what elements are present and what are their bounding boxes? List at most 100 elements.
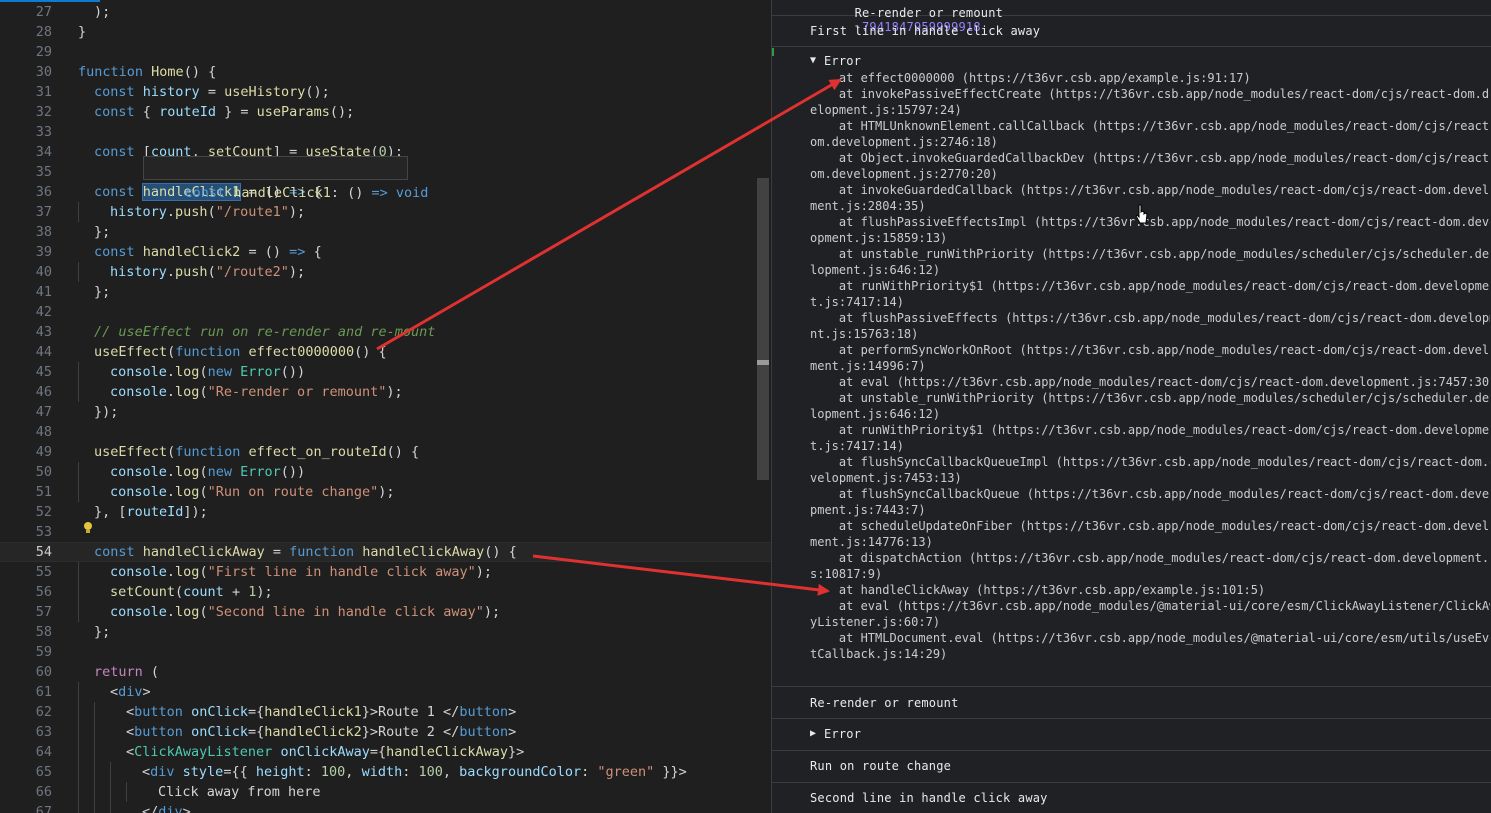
code-line[interactable]: 49 useEffect(function effect_on_routeId()… (0, 442, 771, 462)
code-line[interactable]: 28} (0, 22, 771, 42)
code-line[interactable]: 41}; (0, 282, 771, 302)
code-line[interactable]: 48 (0, 422, 771, 442)
code-text: const history = useHistory(); (94, 84, 330, 100)
code-line[interactable]: 60 return ( (0, 662, 771, 682)
stack-trace-line: at HTMLUnknownElement.callCallback (http… (810, 119, 1490, 133)
indent-guide (78, 202, 79, 222)
code-line[interactable]: 39 const handleClick2 = () => { (0, 242, 771, 262)
console-message-text: Second line in handle click away (810, 791, 1048, 805)
indent-guide (78, 762, 79, 782)
code-line[interactable]: 31 const history = useHistory(); (0, 82, 771, 102)
code-line[interactable]: 30 function Home() { (0, 62, 771, 82)
code-line[interactable]: 32 const { routeId } = useParams(); (0, 102, 771, 122)
code-lines[interactable]: 27); 28} 29 30 function Home() { 31 const hist… (0, 2, 771, 813)
code-line[interactable]: 58}; (0, 622, 771, 642)
lightbulb-icon[interactable] (82, 521, 94, 535)
code-line[interactable]: 51 console.log("Run on route change"); (0, 482, 771, 502)
code-line[interactable]: 53 (0, 522, 771, 542)
code-text: <div style={{ height: 100, width: 100, b… (142, 764, 687, 780)
code-line[interactable]: 63 <button onClick={handleClick2}>Route 2… (0, 722, 771, 742)
indent-guide (78, 262, 79, 282)
stack-trace-line: ment.js:2804:35) (810, 199, 926, 213)
code-line[interactable]: 67 </div> (0, 802, 771, 813)
code-text: }; (94, 284, 111, 300)
stack-trace-line: yListener.js:60:7) (810, 615, 941, 629)
code-line[interactable]: 44 useEffect(function effect0000000() { (0, 342, 771, 362)
indent-guide (78, 482, 79, 502)
code-text: <button onClick={handleClick2}>Route 2 <… (126, 724, 517, 740)
console-error-expanded[interactable]: ▼ Error at effect0000000 (https://t36vr.… (772, 46, 1491, 687)
stack-trace-line: at performSyncWorkOnRoot (https://t36vr.… (810, 343, 1490, 357)
code-line[interactable]: 55 console.log("First line in handle clic… (0, 562, 771, 582)
code-line[interactable]: 29 (0, 42, 771, 62)
expanded-triangle-icon[interactable]: ▼ (810, 55, 816, 66)
code-text: console.log("Re-render or remount"); (110, 384, 403, 400)
indent-guide (78, 382, 79, 402)
code-text: function Home() { (78, 64, 217, 80)
indent-guide (110, 782, 111, 802)
stack-trace-line: pment.js:7443:7) (810, 503, 926, 517)
console-message-route-change[interactable]: Run on route change (772, 750, 1491, 783)
line-number: 61 (35, 684, 52, 700)
line-number: 59 (35, 644, 52, 660)
console-error-collapsed[interactable]: ▶ Error (772, 718, 1491, 751)
code-text: </div> (142, 804, 191, 813)
code-line[interactable]: 37 history.push("/route1"); (0, 202, 771, 222)
console-message-top[interactable]: Re-render or remount -7941847959999918 (772, 0, 1491, 34)
code-line[interactable]: 64 <ClickAwayListener onClickAway={handle… (0, 742, 771, 762)
code-line[interactable]: 66 Click away from here (0, 782, 771, 802)
code-line[interactable]: 27); (0, 2, 771, 22)
editor-scrollbar-thumb[interactable] (757, 178, 769, 480)
code-text: <ClickAwayListener onClickAway={handleCl… (126, 744, 525, 760)
code-line[interactable]: 62 <button onClick={handleClick1}>Route 1… (0, 702, 771, 722)
code-line[interactable]: 61 <div> (0, 682, 771, 702)
code-line[interactable]: 57 console.log("Second line in handle cli… (0, 602, 771, 622)
code-line[interactable]: 54 const handleClickAway = function handl… (0, 542, 771, 562)
line-number: 39 (35, 244, 52, 260)
code-editor[interactable]: 27); 28} 29 30 function Home() { 31 const hist… (0, 0, 771, 813)
code-line[interactable]: 47}); (0, 402, 771, 422)
code-line[interactable]: 59 (0, 642, 771, 662)
stack-trace-line: elopment.js:15797:24) (810, 103, 962, 117)
code-text: console.log(new Error()) (110, 464, 306, 480)
console-message-rerender[interactable]: Re-render or remount (772, 686, 1491, 719)
line-number: 36 (35, 184, 52, 200)
code-text: console.log(new Error()) (110, 364, 306, 380)
line-number: 57 (35, 604, 52, 620)
code-line[interactable]: 45 console.log(new Error()) (0, 362, 771, 382)
line-number: 27 (35, 4, 52, 20)
code-line[interactable]: 56 setCount(count + 1); (0, 582, 771, 602)
code-text: <div> (110, 684, 151, 700)
code-line[interactable]: 65 <div style={{ height: 100, width: 100,… (0, 762, 771, 782)
code-line[interactable]: 46 console.log("Re-render or remount"); (0, 382, 771, 402)
console-message-text: Run on route change (810, 759, 952, 773)
devtools-console[interactable]: Re-render or remount -7941847959999918 F… (771, 0, 1491, 813)
code-line[interactable]: 42 (0, 302, 771, 322)
code-text: }; (94, 224, 111, 240)
stack-trace-line: at flushPassiveEffectsImpl (https://t36v… (810, 215, 1490, 229)
code-text: setCount(count + 1); (110, 584, 273, 600)
stack-trace-line: t.js:7417:14) (810, 439, 904, 453)
code-text: const handleClick2 = () => { (94, 244, 322, 260)
code-text: useEffect(function effect0000000() { (94, 344, 387, 360)
stack-trace-line: tCallback.js:14:29) (810, 647, 948, 661)
line-number: 43 (35, 324, 52, 340)
code-line[interactable]: 43 // useEffect run on re-render and re-m… (0, 322, 771, 342)
console-message-second-line[interactable]: Second line in handle click away (772, 782, 1491, 813)
line-number: 58 (35, 624, 52, 640)
code-text: }, [routeId]); (94, 504, 208, 520)
error-label: Error (824, 54, 862, 68)
console-message-first-line[interactable]: First line in handle click away (772, 15, 1491, 47)
line-number: 30 (35, 64, 52, 80)
collapsed-triangle-icon[interactable]: ▶ (810, 728, 816, 739)
stack-trace-line: at effect0000000 (https://t36vr.csb.app/… (810, 71, 1251, 85)
code-line[interactable]: 50 console.log(new Error()) (0, 462, 771, 482)
stack-trace-line: at flushPassiveEffects (https://t36vr.cs… (810, 311, 1490, 325)
stack-trace-line: at flushSyncCallbackQueue (https://t36vr… (810, 487, 1490, 501)
code-line[interactable]: 52}, [routeId]); (0, 502, 771, 522)
code-line[interactable]: 38}; (0, 222, 771, 242)
code-line[interactable]: 40 history.push("/route2"); (0, 262, 771, 282)
line-number: 32 (35, 104, 52, 120)
code-line[interactable]: 33 (0, 122, 771, 142)
indent-guide (78, 682, 79, 702)
